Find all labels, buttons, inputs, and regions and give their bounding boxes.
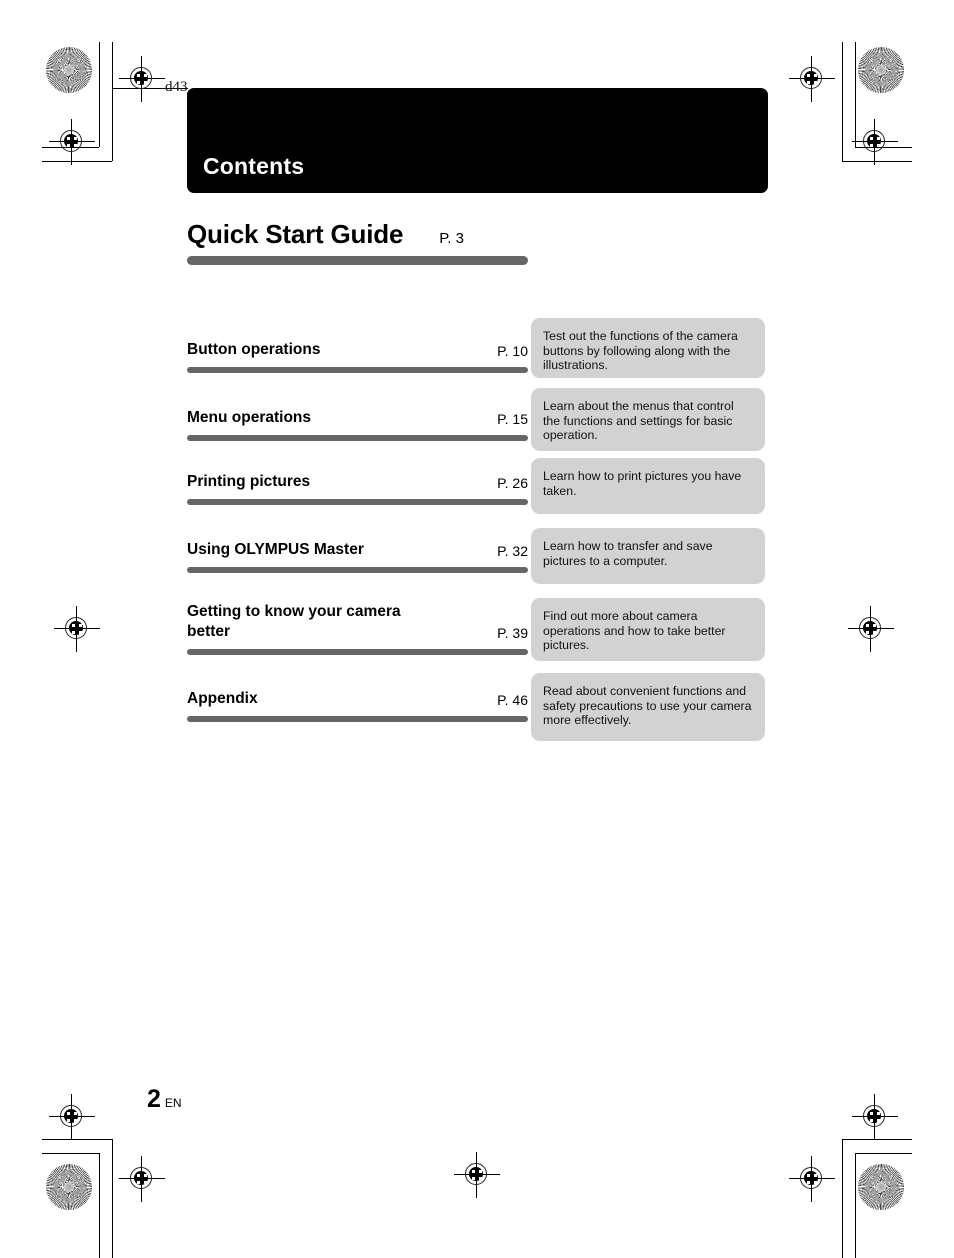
contents-page: Contents Quick Start Guide P. 3 Button o… — [0, 0, 954, 1258]
toc-entry-rule — [187, 716, 528, 722]
toc-entry-title: Getting to know your camera better — [187, 603, 401, 640]
page-title: Contents — [203, 153, 305, 179]
folio-number: 2 — [147, 1085, 161, 1113]
toc-entry-page-reference: P. 26 — [497, 475, 528, 491]
toc-entry-title: Button operations — [187, 341, 321, 358]
toc-entry-page-reference: P. 39 — [497, 625, 528, 641]
toc-entry-rule — [187, 435, 528, 441]
toc-entry-rule — [187, 499, 528, 505]
toc-entry-page-reference: P. 32 — [497, 543, 528, 559]
toc-entry-page-reference: P. 46 — [497, 692, 528, 708]
toc-entry[interactable]: Button operations P. 10 — [187, 340, 528, 373]
toc-entry-title: Using OLYMPUS Master — [187, 541, 364, 558]
toc-description-box: Test out the functions of the camera but… — [531, 318, 765, 378]
toc-entry-rule — [187, 649, 528, 655]
toc-entry[interactable]: Menu operations P. 15 — [187, 408, 528, 441]
toc-description-box: Find out more about camera operations an… — [531, 598, 765, 661]
toc-entry-rule — [187, 367, 528, 373]
toc-description-box: Read about convenient functions and safe… — [531, 673, 765, 741]
headline-rule — [187, 256, 528, 265]
toc-entry-rule — [187, 567, 528, 573]
toc-description-box: Learn how to print pictures you have tak… — [531, 458, 765, 514]
page-folio: 2 EN — [147, 1085, 182, 1114]
toc-description-box: Learn about the menus that control the f… — [531, 388, 765, 451]
toc-entry-title: Appendix — [187, 690, 258, 707]
toc-entry-title: Menu operations — [187, 409, 312, 426]
headline-title: Quick Start Guide — [187, 219, 404, 249]
toc-entry-page-reference: P. 15 — [497, 411, 528, 427]
headline-page-reference: P. 3 — [439, 230, 464, 247]
folio-language: EN — [164, 1096, 182, 1110]
toc-description-box: Learn how to transfer and save pictures … — [531, 528, 765, 584]
toc-entry-page-reference: P. 10 — [497, 343, 528, 359]
toc-entry[interactable]: Using OLYMPUS Master P. 32 — [187, 540, 528, 573]
toc-entry[interactable]: Getting to know your camera better P. 39 — [187, 602, 528, 655]
toc-entry-title: Printing pictures — [187, 473, 311, 490]
toc-headline-entry[interactable]: Quick Start Guide P. 3 — [187, 219, 528, 265]
toc-entry[interactable]: Printing pictures P. 26 — [187, 472, 528, 505]
contents-banner: Contents — [187, 88, 768, 193]
toc-entry[interactable]: Appendix P. 46 — [187, 689, 528, 722]
